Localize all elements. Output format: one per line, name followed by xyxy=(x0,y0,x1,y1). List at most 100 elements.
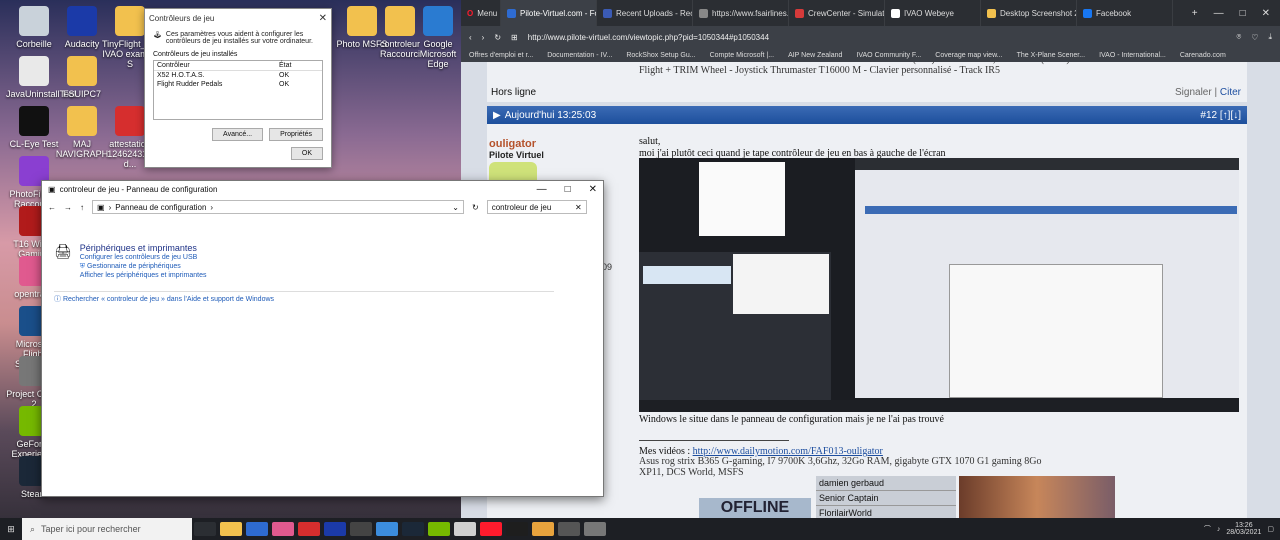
breadcrumb[interactable]: Panneau de configuration xyxy=(115,203,206,212)
close-icon[interactable]: ✕ xyxy=(1262,8,1270,19)
taskbar-app-icon[interactable] xyxy=(246,522,268,536)
taskbar-app-icon[interactable] xyxy=(220,522,242,536)
address-input[interactable]: http://www.pilote-virtuel.com/viewtopic.… xyxy=(528,33,1227,42)
close-icon[interactable]: ✕ xyxy=(589,184,597,195)
bookmark-item[interactable]: Carenado.com xyxy=(1180,52,1226,59)
clock[interactable]: 13:26 28/03/2021 xyxy=(1226,522,1261,536)
controllers-list[interactable]: Contrôleur État X52 H.O.T.A.S. OK Flight… xyxy=(153,60,323,120)
notifications-icon[interactable]: ▢ xyxy=(1267,525,1274,533)
post-number[interactable]: #12 [↑][↓] xyxy=(1200,110,1241,121)
list-item[interactable]: X52 H.O.T.A.S. OK xyxy=(154,71,322,80)
back-icon[interactable]: ‹ xyxy=(469,33,472,42)
favicon-icon xyxy=(603,8,612,18)
volume-icon[interactable]: ♪ xyxy=(1217,526,1221,533)
embedded-screenshot[interactable] xyxy=(639,158,1239,412)
bookmark-item[interactable]: Documentation - IV... xyxy=(547,52,612,59)
opera-menu-button[interactable]: O Menu xyxy=(461,0,501,26)
opera-icon: O xyxy=(467,8,474,18)
list-item[interactable]: Flight Rudder Pedals OK xyxy=(154,80,322,89)
taskbar-app-icon[interactable] xyxy=(506,522,528,536)
grid-icon[interactable]: ⊞ xyxy=(511,33,518,42)
ok-button[interactable]: OK xyxy=(290,147,323,160)
group-title[interactable]: Périphériques et imprimantes xyxy=(80,243,207,253)
bookmark-item[interactable]: IVAO - International... xyxy=(1099,52,1166,59)
taskbar-app-icon[interactable] xyxy=(584,522,606,536)
taskbar-app-icon[interactable] xyxy=(376,522,398,536)
username[interactable]: ouligator xyxy=(489,138,544,150)
taskbar-app-icon[interactable] xyxy=(272,522,294,536)
browser-tab[interactable]: CrewCenter - Simulation xyxy=(789,0,885,26)
printer-icon: 🖨 xyxy=(54,243,72,259)
up-icon[interactable]: ↑ xyxy=(80,203,84,212)
forward-icon[interactable]: › xyxy=(482,33,485,42)
browser-tab[interactable]: https://www.fsairlines.net xyxy=(693,0,789,26)
quote-link[interactable]: Citer xyxy=(1220,87,1241,98)
heart-icon[interactable]: ♡ xyxy=(1251,33,1258,42)
bookmark-item[interactable]: The X-Plane Scener... xyxy=(1017,52,1085,59)
refresh-icon[interactable]: ↻ xyxy=(472,203,479,212)
bookmark-item[interactable]: Compte Microsoft |... xyxy=(710,52,774,59)
help-search-link[interactable]: ⓘ Rechercher « controleur de jeu » dans … xyxy=(54,291,554,304)
taskbar-app-icon[interactable] xyxy=(324,522,346,536)
browser-tab[interactable]: Recent Uploads - Recent xyxy=(597,0,693,26)
taskbar-search[interactable]: ⌕ Taper ici pour rechercher xyxy=(22,518,192,540)
camera-icon[interactable]: ⌾ xyxy=(1236,32,1241,42)
network-icon[interactable]: ⌒ xyxy=(1204,524,1211,534)
reload-icon[interactable]: ↻ xyxy=(494,33,501,42)
minimize-icon[interactable]: — xyxy=(1214,8,1224,19)
properties-button[interactable]: Propriétés xyxy=(269,128,323,141)
link-configure-usb[interactable]: Configurer les contrôleurs de jeu USB xyxy=(80,253,207,262)
download-icon[interactable]: ⤓ xyxy=(1268,32,1272,42)
link-show-devices[interactable]: Afficher les périphériques et imprimante… xyxy=(80,271,207,280)
clear-icon[interactable]: ✕ xyxy=(575,203,582,212)
close-icon[interactable]: ✕ xyxy=(319,13,327,24)
taskbar: ⊞ ⌕ Taper ici pour rechercher ⌒ ♪ 13:26 … xyxy=(0,518,1280,540)
message-line-3: Windows le situe dans le panneau de conf… xyxy=(639,414,944,425)
taskbar-app-icon[interactable] xyxy=(194,522,216,536)
bookmark-item[interactable]: IVAO Community F... xyxy=(856,52,921,59)
cp-title: controleur de jeu - Panneau de configura… xyxy=(59,184,218,194)
taskbar-app-icon[interactable] xyxy=(558,522,580,536)
browser-tab[interactable]: Desktop Screenshot 2021 xyxy=(981,0,1077,26)
help-icon: ⓘ xyxy=(54,296,61,303)
maximize-icon[interactable]: □ xyxy=(565,184,571,195)
installed-label: Contrôleurs de jeu installés xyxy=(153,51,238,58)
browser-tab[interactable]: Facebook xyxy=(1077,0,1173,26)
bookmark-item[interactable]: Offres d'emploi et r... xyxy=(469,52,533,59)
advanced-button[interactable]: Avancé... xyxy=(212,128,264,141)
desktop-icon[interactable]: FSUIPC7 xyxy=(54,56,110,99)
taskbar-app-icon[interactable] xyxy=(428,522,450,536)
cp-titlebar: ▣ controleur de jeu - Panneau de configu… xyxy=(42,181,603,197)
back-icon[interactable]: ← xyxy=(48,203,56,212)
link-device-manager[interactable]: ⛨ Gestionnaire de périphériques xyxy=(80,262,207,271)
bookmark-item[interactable]: Coverage map view... xyxy=(935,52,1002,59)
hardware-line-2: XP11, DCS World, MSFS xyxy=(639,467,744,478)
browser-tab[interactable]: Pilote-Virtuel.com - Foru xyxy=(501,0,597,26)
taskbar-app-icon[interactable] xyxy=(480,522,502,536)
breadcrumb-separator: › xyxy=(210,202,214,212)
forward-icon[interactable]: → xyxy=(64,203,72,212)
minimize-icon[interactable]: — xyxy=(537,184,547,195)
bookmark-item[interactable]: RockShox Setup Gu... xyxy=(626,52,695,59)
system-tray: ⌒ ♪ 13:26 28/03/2021 ▢ xyxy=(1204,522,1280,536)
control-panel-icon: ▣ xyxy=(48,184,56,194)
desktop-icon-edge[interactable]: Google Microsoft Edge xyxy=(410,6,466,69)
new-tab-icon[interactable]: + xyxy=(1192,8,1198,19)
taskbar-app-icon[interactable] xyxy=(454,522,476,536)
joystick-icon: 🕹 xyxy=(153,32,162,39)
tab-strip: O Menu Pilote-Virtuel.com - ForuRecent U… xyxy=(461,0,1280,26)
windows-start-icon[interactable]: ⊞ xyxy=(0,524,22,535)
taskbar-app-icon[interactable] xyxy=(532,522,554,536)
chevron-down-icon[interactable]: ⌄ xyxy=(452,203,459,212)
report-link[interactable]: Signaler xyxy=(1175,87,1212,98)
app-icon xyxy=(19,56,49,86)
taskbar-app-icon[interactable] xyxy=(350,522,372,536)
browser-tab[interactable]: IVAO Webeye xyxy=(885,0,981,26)
maximize-icon[interactable]: □ xyxy=(1240,8,1246,19)
bookmark-item[interactable]: AIP New Zealand xyxy=(788,52,842,59)
control-panel-icon: ▣ xyxy=(97,202,105,212)
taskbar-app-icon[interactable] xyxy=(402,522,424,536)
address-bar[interactable]: ▣ › Panneau de configuration › ⌄ xyxy=(92,200,464,214)
taskbar-app-icon[interactable] xyxy=(298,522,320,536)
search-input[interactable]: controleur de jeu ✕ xyxy=(486,200,587,214)
